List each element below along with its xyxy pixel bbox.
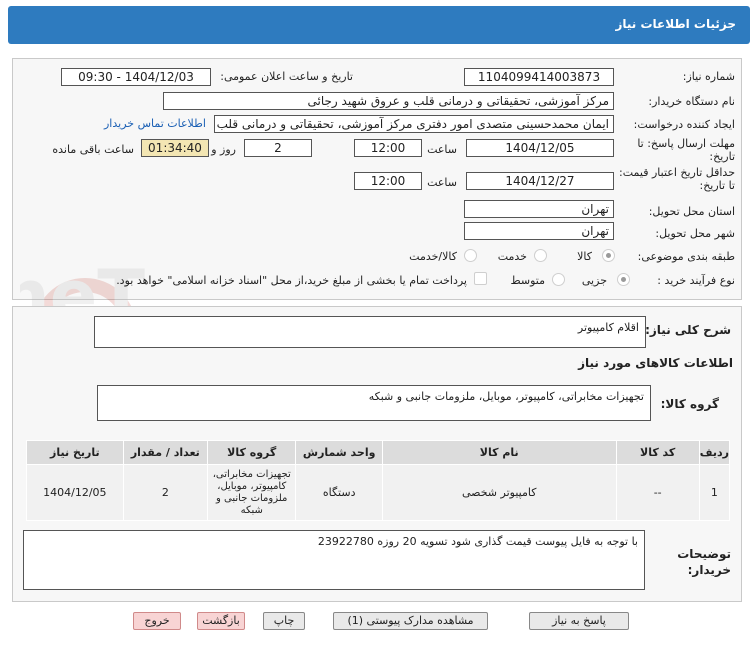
cell-row-number: 1 — [698, 464, 731, 521]
exit-button[interactable]: خروج — [133, 612, 181, 630]
creator-label: ایجاد کننده درخواست: — [633, 118, 735, 131]
announce-label: تاریخ و ساعت اعلان عمومی: — [220, 70, 353, 83]
description-label: شرح کلی نیاز: — [645, 323, 731, 337]
category-both-label: کالا/خدمت — [409, 250, 457, 263]
cell-unit: دستگاه — [295, 464, 383, 521]
process-minor-label: جزیی — [581, 274, 607, 287]
city-label: شهر محل تحویل: — [655, 227, 735, 240]
back-button[interactable]: بازگشت — [197, 612, 245, 630]
cell-name: کامپیوتر شخصی — [381, 464, 617, 521]
table-row: 1 -- کامپیوتر شخصی دستگاه تجهیزات مخابرا… — [26, 464, 731, 521]
header-date: تاریخ نیاز — [26, 440, 124, 465]
remaining-label: ساعت باقی مانده — [52, 143, 134, 156]
attachments-button[interactable]: مشاهده مدارک پیوستی (1) — [333, 612, 488, 630]
need-number-label: شماره نیاز: — [682, 70, 735, 83]
header-row-number: ردیف — [698, 440, 731, 465]
category-service-radio[interactable] — [534, 249, 547, 262]
process-medium-radio[interactable] — [552, 273, 565, 286]
description-field: اقلام کامپیوتر — [94, 316, 646, 348]
deadline-label: مهلت ارسال پاسخ: تا تاریخ: — [637, 137, 735, 163]
buyer-notes-field: با توجه به فایل پیوست قیمت گذاری شود تسو… — [23, 530, 645, 590]
goods-table: ردیف کد کالا نام کالا واحد شمارش گروه کا… — [26, 440, 731, 521]
page-header: جزئیات اطلاعات نیاز — [0, 0, 755, 45]
deadline-time-label: ساعت — [427, 143, 457, 156]
cell-code: -- — [615, 464, 700, 521]
print-button[interactable]: چاپ — [263, 612, 305, 630]
province-field: تهران — [464, 200, 614, 218]
announce-field: 1404/12/03 - 09:30 — [61, 68, 211, 86]
city-field: تهران — [464, 222, 614, 240]
deadline-date-field: 1404/12/05 — [466, 139, 614, 157]
header-bar: جزئیات اطلاعات نیاز — [8, 6, 750, 44]
days-field: 2 — [244, 139, 312, 157]
deadline-time-field: 12:00 — [354, 139, 422, 157]
contact-buyer-link[interactable]: اطلاعات تماس خریدار — [104, 117, 206, 130]
need-number-field: 1104099414003873 — [464, 68, 614, 86]
category-goods-radio[interactable] — [602, 249, 615, 262]
category-label: طبقه بندی موضوعی: — [637, 250, 735, 263]
cell-qty: 2 — [122, 464, 209, 521]
category-service-label: خدمت — [497, 250, 527, 263]
buyer-field: مرکز آموزشی، تحقیقاتی و درمانی قلب و عرو… — [163, 92, 614, 110]
page-title: جزئیات اطلاعات نیاز — [615, 17, 736, 31]
header-group: گروه کالا — [207, 440, 297, 465]
validity-label: حداقل تاریخ اعتبار قیمت: تا تاریخ: — [619, 166, 735, 192]
buyer-label: نام دستگاه خریدار: — [648, 95, 735, 108]
validity-date-field: 1404/12/27 — [466, 172, 614, 190]
header-code: کد کالا — [615, 440, 700, 465]
cell-group: تجهیزات مخابراتی، کامپیوتر، موبایل، ملزو… — [207, 464, 297, 521]
validity-time-label: ساعت — [427, 176, 457, 189]
goods-info-heading: اطلاعات کالاهای مورد نیاز — [578, 356, 733, 370]
validity-time-field: 12:00 — [354, 172, 422, 190]
payment-note: پرداخت تمام یا بخشی از مبلغ خرید،از محل … — [116, 274, 467, 287]
reply-button[interactable]: پاسخ به نیاز — [529, 612, 629, 630]
goods-group-field: تجهیزات مخابراتی، کامپیوتر، موبایل، ملزو… — [97, 385, 651, 421]
process-label: نوع فرآیند خرید : — [657, 274, 735, 287]
remaining-timer: 01:34:40 — [141, 139, 209, 157]
process-minor-radio[interactable] — [617, 273, 630, 286]
cell-date: 1404/12/05 — [26, 464, 124, 521]
province-label: استان محل تحویل: — [648, 205, 735, 218]
category-goods-label: کالا — [577, 250, 592, 263]
treasury-payment-checkbox[interactable] — [474, 272, 487, 285]
category-both-radio[interactable] — [464, 249, 477, 262]
process-medium-label: متوسط — [510, 274, 545, 287]
goods-group-label: گروه کالا: — [660, 397, 719, 411]
table-header-row: ردیف کد کالا نام کالا واحد شمارش گروه کا… — [26, 440, 731, 465]
creator-field: ایمان محمدحسینی متصدی امور دفتری مرکز آم… — [214, 115, 614, 133]
header-qty: تعداد / مقدار — [122, 440, 209, 465]
header-name: نام کالا — [381, 440, 617, 465]
buyer-notes-label: توضیحات خریدار: — [677, 547, 731, 577]
days-label: روز و — [211, 143, 236, 156]
header-unit: واحد شمارش — [295, 440, 383, 465]
